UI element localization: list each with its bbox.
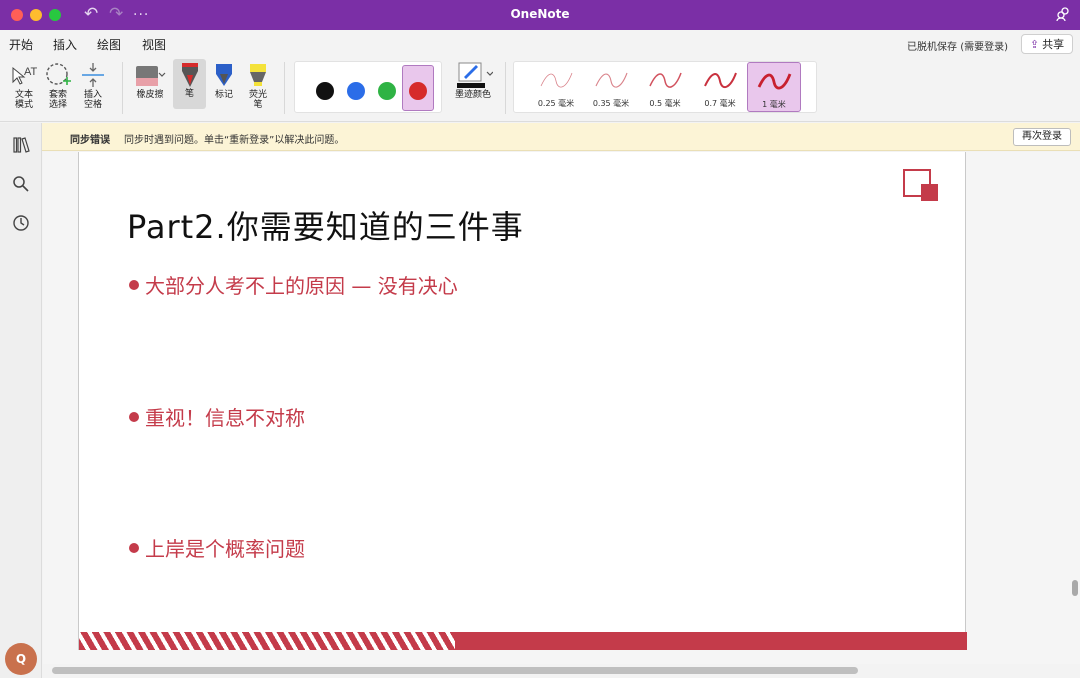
tab-draw[interactable]: 绘图	[97, 36, 122, 59]
ink-color-icon	[448, 60, 498, 90]
app-title: OneNote	[510, 7, 570, 21]
vertical-scrollbar[interactable]	[1072, 580, 1078, 596]
width-label: 0.25 毫米	[537, 99, 575, 108]
marker-icon	[209, 60, 239, 90]
draw-ribbon: AT 文本 模式 套索 选择 插入 空格 橡皮擦 笔 标记 荧光 笔 墨迹颜色 …	[0, 56, 1080, 122]
notebooks-icon[interactable]	[11, 135, 31, 155]
share-icon: ⇪	[1029, 37, 1040, 51]
bullet-item: 上岸是个概率问题	[129, 533, 305, 562]
width-option-0-35[interactable]: 0.35 毫米	[584, 62, 638, 112]
footer-bar	[455, 632, 967, 650]
footer-stripe	[79, 632, 967, 650]
stroke-sample-icon	[529, 62, 583, 98]
highlighter-button[interactable]: 荧光 笔	[243, 60, 273, 110]
width-option-0-5[interactable]: 0.5 毫米	[638, 62, 692, 112]
color-red-swatch[interactable]	[409, 82, 427, 100]
bullet-dot-icon	[129, 542, 139, 553]
bullet-dot-icon	[129, 411, 139, 422]
ink-color-label: 墨迹颜色	[454, 90, 491, 100]
bullet-item: 重视！信息不对称	[129, 402, 305, 431]
insert-space-label: 插入 空格	[83, 90, 102, 110]
ribbon-divider	[122, 62, 123, 114]
eraser-icon	[130, 60, 170, 90]
bullet-text: 大部分人考不上的原因 — 没有决心	[145, 274, 458, 298]
navigation-sidebar	[0, 123, 42, 678]
width-option-0-25[interactable]: 0.25 毫米	[529, 62, 583, 112]
ribbon-tabs: 开始 插入 绘图 视图 已脱机保存 (需要登录) ⇪ 共享	[0, 30, 1080, 59]
pen-label: 笔	[184, 89, 194, 99]
ribbon-divider	[284, 62, 285, 114]
stroke-sample-icon	[693, 62, 747, 98]
width-label: 0.7 毫米	[704, 99, 736, 108]
decorative-square-filled	[921, 184, 938, 201]
stroke-sample-icon	[584, 62, 638, 98]
tab-home[interactable]: 开始	[9, 36, 33, 53]
save-status: 已脱机保存 (需要登录)	[907, 42, 1008, 53]
width-label: 1 毫米	[762, 100, 786, 109]
bullet-item: 大部分人考不上的原因 — 没有决心	[129, 270, 458, 299]
width-option-0-7[interactable]: 0.7 毫米	[693, 62, 747, 112]
share-label: 共享	[1042, 38, 1065, 51]
slide-title: Part2.你需要知道的三件事	[127, 208, 524, 246]
title-bar: ↶ ↷ ··· OneNote	[0, 0, 1080, 30]
text-mode-label: 文本 模式	[14, 90, 33, 110]
sync-error-bar: 同步错误 同步时遇到问题。单击“重新登录”以解决此问题。 再次登录	[42, 123, 1080, 151]
lasso-select-button[interactable]: 套索 选择	[43, 60, 73, 110]
text-mode-icon: AT	[8, 60, 40, 90]
marker-button[interactable]: 标记	[209, 60, 239, 100]
bullet-text: 重视！信息不对称	[145, 406, 305, 430]
color-black-swatch[interactable]	[316, 82, 334, 100]
horizontal-scrollbar[interactable]	[52, 667, 858, 674]
bullet-dot-icon	[129, 279, 139, 290]
ink-color-button[interactable]: 墨迹颜色	[448, 60, 498, 100]
insert-space-icon	[78, 60, 108, 90]
color-blue-swatch[interactable]	[347, 82, 365, 100]
lasso-icon	[43, 60, 73, 90]
pen-button[interactable]: 笔	[173, 59, 206, 109]
pen-icon	[173, 59, 206, 89]
highlighter-label: 荧光 笔	[248, 90, 267, 110]
width-label: 0.5 毫米	[649, 99, 681, 108]
eraser-label: 橡皮擦	[136, 90, 164, 100]
tab-view[interactable]: 视图	[142, 36, 166, 53]
insert-space-button[interactable]: 插入 空格	[78, 60, 108, 110]
stroke-width-picker: 0.25 毫米 0.35 毫米 0.5 毫米 0.7 毫米 1 毫米	[513, 61, 817, 113]
lasso-label: 套索 选择	[48, 90, 67, 110]
account-icon[interactable]	[1055, 6, 1071, 22]
eraser-button[interactable]: 橡皮擦	[130, 60, 170, 100]
share-button[interactable]: ⇪ 共享	[1021, 34, 1073, 54]
recent-clock-icon[interactable]	[11, 213, 31, 233]
bullet-text: 上岸是个概率问题	[145, 537, 305, 561]
highlighter-icon	[243, 60, 273, 90]
sign-in-again-button[interactable]: 再次登录	[1013, 128, 1071, 146]
width-label: 0.35 毫米	[592, 99, 630, 108]
tab-insert[interactable]: 插入	[53, 36, 77, 53]
ribbon-divider	[505, 62, 506, 114]
width-option-1[interactable]: 1 毫米	[747, 62, 801, 112]
svg-text:AT: AT	[24, 66, 38, 78]
search-icon[interactable]	[11, 174, 31, 194]
avatar[interactable]: Q	[5, 643, 37, 675]
sync-error-message: 同步时遇到问题。单击“重新登录”以解决此问题。	[124, 135, 345, 146]
stroke-sample-icon	[638, 62, 692, 98]
text-mode-button[interactable]: AT 文本 模式	[8, 60, 40, 110]
slide-image: Part2.你需要知道的三件事 大部分人考不上的原因 — 没有决心 重视！信息不…	[78, 152, 967, 650]
color-green-swatch[interactable]	[378, 82, 396, 100]
sync-error-title: 同步错误	[70, 135, 110, 146]
marker-label: 标记	[214, 90, 233, 100]
color-palette	[294, 61, 442, 113]
footer-hatch	[79, 632, 455, 650]
stroke-sample-icon	[748, 63, 800, 99]
